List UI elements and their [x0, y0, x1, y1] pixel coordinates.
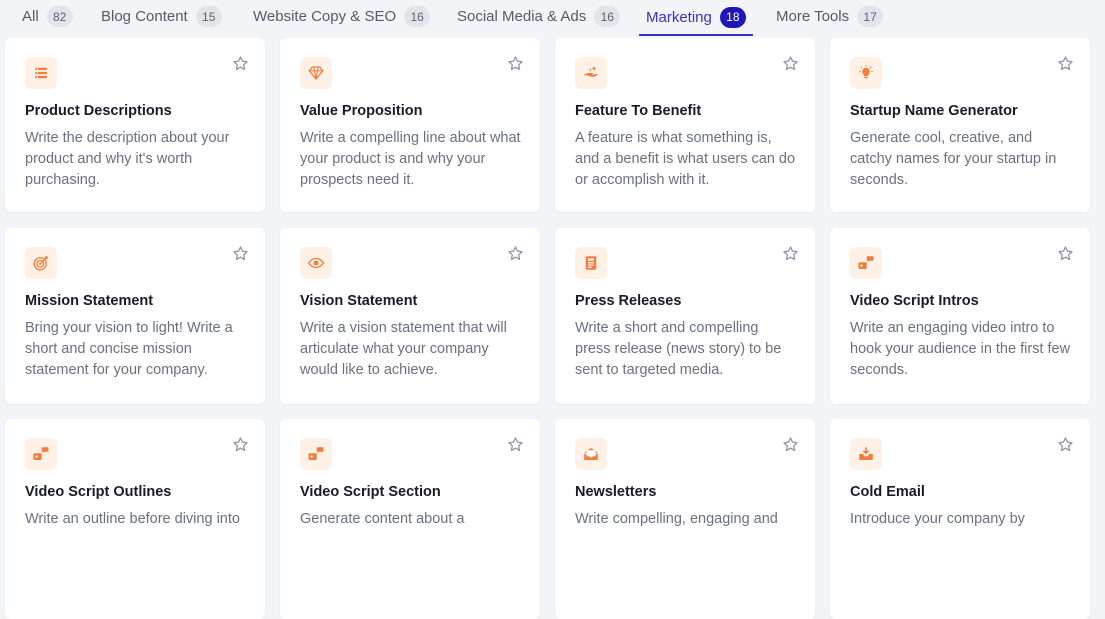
tool-card[interactable]: Video Script Intros Write an engaging vi…: [830, 228, 1090, 404]
tab-count-badge: 82: [46, 6, 73, 27]
tab-count-badge: 17: [857, 6, 884, 27]
tool-card-title: Startup Name Generator: [850, 103, 1018, 119]
tool-card-title: Value Proposition: [300, 103, 423, 119]
tool-card[interactable]: Product Descriptions Write the descripti…: [5, 38, 265, 212]
favorite-star-icon[interactable]: [1057, 55, 1074, 72]
tool-card[interactable]: Video Script Section Generate content ab…: [280, 419, 540, 619]
tool-card[interactable]: Video Script Outlines Write an outline b…: [5, 419, 265, 619]
tab-label: Social Media & Ads: [457, 8, 587, 25]
tool-card-title: Product Descriptions: [25, 103, 172, 119]
favorite-star-icon[interactable]: [1057, 436, 1074, 453]
tool-card-title: Vision Statement: [300, 293, 418, 309]
tool-card-description: Bring your vision to light! Write a shor…: [25, 320, 233, 378]
tool-card-title: Feature To Benefit: [575, 103, 702, 119]
tab-social-media-ads[interactable]: Social Media & Ads 16: [457, 0, 621, 33]
tool-card-description: A feature is what something is, and a be…: [575, 130, 796, 188]
favorite-star-icon[interactable]: [232, 245, 249, 262]
tab-label: Website Copy & SEO: [253, 8, 397, 25]
tab-blog-content[interactable]: Blog Content 15: [101, 0, 222, 33]
tab-count-badge: 16: [594, 6, 621, 27]
tool-card-description: Write a vision statement that will artic…: [300, 320, 507, 378]
lightbulb-icon: [850, 57, 882, 89]
target-icon: [25, 247, 57, 279]
tab-more-tools[interactable]: More Tools 17: [776, 0, 884, 33]
favorite-star-icon[interactable]: [232, 436, 249, 453]
tool-card[interactable]: Startup Name Generator Generate cool, cr…: [830, 38, 1090, 212]
favorite-star-icon[interactable]: [782, 436, 799, 453]
tool-card[interactable]: Newsletters Write compelling, engaging a…: [555, 419, 815, 619]
favorite-star-icon[interactable]: [1057, 245, 1074, 262]
tab-label: All: [22, 8, 39, 25]
newspaper-icon: [575, 247, 607, 279]
inbox-download-icon: [850, 438, 882, 470]
tool-card[interactable]: Vision Statement Write a vision statemen…: [280, 228, 540, 404]
tab-marketing[interactable]: Marketing 18: [639, 0, 753, 36]
tab-website-copy-seo[interactable]: Website Copy & SEO 16: [253, 0, 431, 33]
video-chat-icon: [25, 438, 57, 470]
hand-sparkle-icon: [575, 57, 607, 89]
tool-card[interactable]: Cold Email Introduce your company by: [830, 419, 1090, 619]
tool-card-title: Newsletters: [575, 484, 657, 500]
tool-card-description: Write an engaging video intro to hook yo…: [850, 320, 1071, 378]
tab-label: Blog Content: [101, 8, 188, 25]
tool-card-title: Mission Statement: [25, 293, 154, 309]
tool-card[interactable]: Feature To Benefit A feature is what som…: [555, 38, 815, 212]
favorite-star-icon[interactable]: [232, 55, 249, 72]
favorite-star-icon[interactable]: [782, 245, 799, 262]
tool-card-description: Write a compelling line about what your …: [300, 130, 521, 188]
tab-label: More Tools: [776, 8, 850, 25]
tool-card[interactable]: Mission Statement Bring your vision to l…: [5, 228, 265, 404]
tool-card-description: Write an outline before diving into: [25, 511, 240, 527]
tool-card[interactable]: Value Proposition Write a compelling lin…: [280, 38, 540, 212]
tool-card-description: Write compelling, engaging and: [575, 511, 778, 527]
tab-count-badge: 15: [195, 6, 222, 27]
tool-card-title: Video Script Intros: [850, 293, 979, 309]
diamond-icon: [300, 57, 332, 89]
favorite-star-icon[interactable]: [507, 245, 524, 262]
tool-card-description: Write a short and compelling press relea…: [575, 320, 782, 378]
tab-all[interactable]: All 82: [22, 0, 73, 33]
tool-card-description: Generate content about a: [300, 511, 465, 527]
tool-card-description: Introduce your company by: [850, 511, 1025, 527]
favorite-star-icon[interactable]: [507, 436, 524, 453]
mail-open-icon: [575, 438, 607, 470]
favorite-star-icon[interactable]: [782, 55, 799, 72]
tab-count-badge: 16: [404, 6, 431, 27]
tool-card-title: Video Script Outlines: [25, 484, 172, 500]
tab-count-badge: 18: [719, 6, 746, 28]
tool-card-title: Cold Email: [850, 484, 925, 500]
video-chat-icon: [300, 438, 332, 470]
tab-label: Marketing: [646, 8, 712, 26]
favorite-star-icon[interactable]: [507, 55, 524, 72]
tool-card[interactable]: Press Releases Write a short and compell…: [555, 228, 815, 404]
tool-card-title: Video Script Section: [300, 484, 441, 500]
video-chat-icon: [850, 247, 882, 279]
eye-icon: [300, 247, 332, 279]
tool-card-description: Generate cool, creative, and catchy name…: [850, 130, 1057, 188]
tool-card-title: Press Releases: [575, 293, 682, 309]
list-icon: [25, 57, 57, 89]
category-tabs: All 82 Blog Content 15 Website Copy & SE…: [0, 0, 1105, 36]
tool-card-description: Write the description about your product…: [25, 130, 230, 188]
